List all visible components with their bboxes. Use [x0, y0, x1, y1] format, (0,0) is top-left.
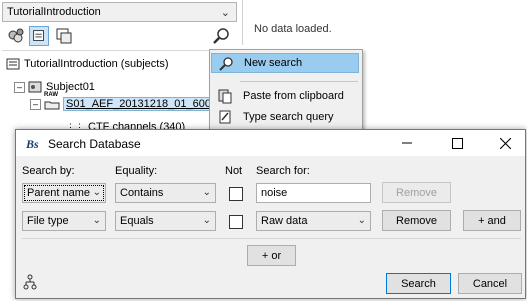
- equality-select-2[interactable]: Equals ⌄: [115, 211, 216, 231]
- clipboard-icon: [218, 89, 232, 104]
- row-separator: [22, 238, 521, 239]
- select-value: File type: [27, 215, 69, 227]
- select-value: Raw data: [261, 215, 308, 227]
- chevron-down-icon: ⌄: [92, 187, 101, 198]
- dialog-title: Search Database: [48, 137, 141, 151]
- add-or-button[interactable]: + or: [247, 245, 296, 266]
- subject-icon: [28, 81, 42, 93]
- edit-query-icon: [219, 110, 231, 124]
- menu-item-new-search[interactable]: New search: [211, 53, 359, 73]
- magnifier-icon: [219, 57, 233, 71]
- chevron-down-icon: ⌄: [92, 215, 101, 226]
- remove-button-1[interactable]: Remove: [382, 182, 451, 203]
- header-search-for: Search for:: [256, 165, 310, 177]
- equality-select-1[interactable]: Contains ⌄: [115, 183, 216, 203]
- button-label: + and: [478, 214, 506, 227]
- search-by-select-1[interactable]: Parent name ⌄: [22, 183, 106, 203]
- subjects-icon: [6, 58, 20, 70]
- minimize-button[interactable]: [387, 130, 427, 156]
- menu-item-paste-clipboard[interactable]: Paste from clipboard: [211, 86, 359, 106]
- header-not: Not: [225, 165, 243, 177]
- collapse-icon[interactable]: –: [14, 81, 25, 93]
- explorer-toolbar: [2, 24, 242, 48]
- input-value: noise: [261, 187, 288, 199]
- search-by-select-2[interactable]: File type ⌄: [22, 211, 106, 231]
- chevron-down-icon: ⌄: [202, 187, 211, 198]
- raw-folder-icon: RAW: [44, 92, 60, 111]
- functional-view-icon[interactable]: [6, 26, 26, 46]
- select-value: Equals: [120, 215, 154, 227]
- chevron-down-icon: ⌄: [220, 7, 230, 19]
- remove-button-2[interactable]: Remove: [382, 210, 451, 231]
- not-checkbox-1[interactable]: [229, 187, 243, 201]
- search-icon[interactable]: [212, 26, 232, 46]
- menu-item-type-query[interactable]: Type search query: [211, 107, 359, 127]
- protocol-select-value: TutorialIntroduction: [7, 6, 101, 18]
- close-icon: [499, 137, 511, 149]
- add-and-button[interactable]: + and: [463, 210, 521, 231]
- maximize-button[interactable]: [437, 130, 477, 156]
- button-label: Remove: [396, 214, 437, 227]
- menu-separator: [240, 81, 358, 82]
- raw-file-label: S01_AEF_20131218_01_600H: [63, 96, 222, 111]
- svg-text:Bs: Bs: [26, 137, 39, 151]
- select-value: Contains: [120, 187, 164, 199]
- search-context-menu: New search Paste from clipboard Type sea…: [209, 49, 363, 133]
- tree-node-root[interactable]: TutorialIntroduction (subjects): [6, 58, 169, 70]
- database-tree: TutorialIntroduction (subjects) – Subject…: [2, 50, 242, 141]
- dialog-titlebar[interactable]: Bs Search Database: [16, 130, 525, 156]
- button-label: Search: [401, 277, 436, 290]
- chevron-down-icon: ⌄: [202, 215, 211, 226]
- button-label: + or: [261, 249, 282, 262]
- minimize-icon: [402, 142, 412, 144]
- search-tree-icon[interactable]: [23, 274, 37, 290]
- search-value-input-1[interactable]: noise: [256, 183, 371, 203]
- search-button[interactable]: Search: [386, 273, 451, 294]
- protocol-select[interactable]: TutorialIntroduction ⌄: [2, 2, 237, 22]
- select-value: Parent name: [27, 187, 90, 199]
- tree-node-label: TutorialIntroduction (subjects): [24, 58, 169, 70]
- button-label: Cancel: [472, 277, 508, 290]
- collapse-icon[interactable]: –: [30, 98, 41, 110]
- maximize-icon: [451, 137, 463, 149]
- not-checkbox-2[interactable]: [229, 215, 243, 229]
- header-search-by: Search by:: [22, 165, 75, 177]
- menu-item-label: Paste from clipboard: [243, 90, 344, 102]
- brainstorm-logo-icon: Bs: [26, 137, 39, 151]
- button-label: Remove: [396, 186, 437, 199]
- chevron-down-icon: ⌄: [357, 215, 366, 226]
- menu-item-label: Type search query: [243, 111, 334, 123]
- tree-node-raw[interactable]: – RAW S01_AEF_20131218_01_600H: [30, 92, 222, 111]
- close-button[interactable]: [485, 130, 525, 156]
- search-value-select-2[interactable]: Raw data ⌄: [256, 211, 371, 231]
- header-equality: Equality:: [115, 165, 158, 177]
- cancel-button[interactable]: Cancel: [458, 273, 522, 294]
- no-data-text: No data loaded.: [254, 23, 332, 35]
- subject-view-icon[interactable]: [29, 26, 49, 46]
- menu-item-label: New search: [244, 57, 303, 69]
- search-database-dialog: Bs Search Database Search by: Equality: …: [15, 129, 526, 299]
- study-view-icon[interactable]: [54, 26, 74, 46]
